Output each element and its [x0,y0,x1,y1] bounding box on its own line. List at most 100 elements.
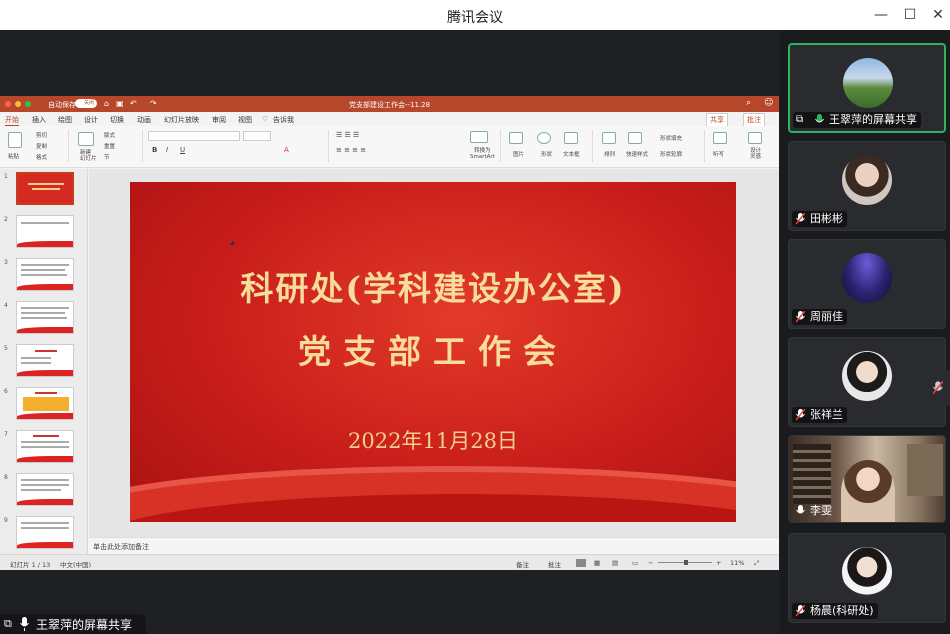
shape-outline-button[interactable]: 形状轮廓 [660,150,682,158]
profile-icon[interactable]: ☺ [764,98,773,108]
thumbnail-slide-7[interactable] [16,430,74,463]
participant-label: 周丽佳 [792,309,847,325]
italic-icon[interactable]: I [166,146,168,154]
comments-toggle[interactable]: 批注 [548,559,561,569]
participant-name: 王翠萍的屏幕共享 [829,113,917,126]
cut-button[interactable]: 剪切 [36,131,47,139]
zoom-in-icon[interactable]: + [716,559,721,567]
tab-insert[interactable]: 插入 [32,115,46,125]
thumbnail-slide-3[interactable] [16,258,74,291]
bold-icon[interactable]: B [152,146,157,154]
arrange-label: 排列 [604,152,616,158]
thumbnail-slide-6[interactable] [16,387,74,420]
sorter-view-icon[interactable]: ▦ [594,559,600,567]
bullets-icon[interactable]: ☰ ☰ ☰ [336,131,359,139]
participant-label: 杨晨(科研处) [792,603,878,619]
share-label: 共享 [710,116,724,124]
slideshow-view-icon[interactable]: ▭ [632,559,638,567]
smartart-icon[interactable] [470,131,488,143]
picture-icon[interactable] [509,132,523,144]
tab-draw[interactable]: 绘图 [58,115,72,125]
participant-label: 李雯 [792,503,836,519]
participant-tile[interactable]: 李雯 [788,435,946,523]
thumb-number: 5 [4,345,8,352]
tab-slideshow[interactable]: 幻灯片放映 [164,115,199,125]
thumbnail-slide-4[interactable] [16,301,74,334]
tab-view[interactable]: 视图 [238,115,252,125]
close-icon[interactable]: ✕ [929,6,947,24]
paste-label: 粘贴 [8,154,20,160]
participant-label: 田彬彬 [792,211,847,227]
ribbon-divider [500,130,501,162]
participant-name: 李雯 [810,504,832,517]
new-slide-icon[interactable] [78,132,94,146]
dictate-icon[interactable] [713,132,727,144]
zoom-slider-thumb[interactable] [684,560,688,565]
shapes-label: 形状 [541,152,553,158]
thumbnail-slide-8[interactable] [16,473,74,506]
underline-icon[interactable]: U [180,146,185,154]
search-icon[interactable]: ⌕ [746,98,751,108]
thumb-number: 1 [4,173,8,180]
textbox-icon[interactable] [564,132,578,144]
font-name-select[interactable] [148,131,240,141]
participant-tile[interactable]: 张祥兰 [788,337,946,427]
tab-animations[interactable]: 动画 [137,115,151,125]
font-color-icon[interactable]: A [284,146,289,154]
participant-name: 周丽佳 [810,310,843,323]
fit-slide-icon[interactable]: ⤢ [754,559,759,568]
minimize-icon[interactable]: — [872,6,890,24]
comments-button[interactable]: 批注 [743,113,765,127]
reset-button[interactable]: 重置 [104,142,115,150]
ribbon: 粘贴 剪切 复制 格式 新建 幻灯片 版式 重置 节 B I U A ☰ ☰ ☰… [0,126,779,168]
textbox-label: 文本框 [563,152,580,158]
ribbon-divider [328,130,329,162]
copy-button[interactable]: 复制 [36,142,47,150]
ribbon-divider [704,130,705,162]
slide-title-line1: 科研处(学科建设办公室) [240,269,626,308]
new-slide-label: 新建 幻灯片 [80,150,97,162]
current-slide[interactable]: 科研处(学科建设办公室) 党支部工作会 2022年11月28日 [130,182,736,522]
arrange-icon[interactable] [602,132,616,144]
align-icon[interactable]: ≡ ≡ ≡ ≡ [336,146,366,154]
participant-tile[interactable]: 田彬彬 [788,141,946,231]
tab-tell-me[interactable]: 告诉我 [273,115,294,125]
participant-tile[interactable]: 周丽佳 [788,239,946,329]
avatar [842,547,892,597]
notes-placeholder: 单击此处添加备注 [93,543,149,551]
thumbnail-slide-1[interactable] [16,172,74,205]
font-size-select[interactable] [243,131,271,141]
participant-tile[interactable]: ⧉ 王翠萍的屏幕共享 [788,43,946,133]
layout-button[interactable]: 版式 [104,131,115,139]
shape-fill-button[interactable]: 形状填充 [660,134,682,142]
mic-icon [796,505,805,514]
shapes-icon[interactable] [537,132,551,144]
thumbnail-slide-9[interactable] [16,516,74,549]
normal-view-icon[interactable] [576,559,586,567]
participant-label: 张祥兰 [792,407,847,423]
share-button[interactable]: 共享 [706,113,728,127]
format-painter-button[interactable]: 格式 [36,153,47,161]
slide-title-line2: 党支部工作会 [298,332,568,371]
floating-mic-button[interactable] [925,370,950,406]
avatar [843,58,893,108]
thumbnail-slide-5[interactable] [16,344,74,377]
reading-view-icon[interactable]: ▤ [612,559,618,567]
tab-home[interactable]: 开始 [5,115,19,126]
tab-review[interactable]: 审阅 [212,115,226,125]
participant-tile[interactable]: 杨晨(科研处) [788,533,946,623]
zoom-out-icon[interactable]: − [648,559,653,567]
tab-design[interactable]: 设计 [84,115,98,125]
notes-pane[interactable]: 单击此处添加备注 [89,537,779,554]
notes-toggle[interactable]: 备注 [516,559,529,569]
quick-styles-icon[interactable] [628,132,642,144]
section-button[interactable]: 节 [104,153,110,161]
thumbnail-slide-2[interactable] [16,215,74,248]
thumb-number: 7 [4,431,8,438]
picture-label: 图片 [513,152,525,158]
tab-transitions[interactable]: 切换 [110,115,124,125]
thumb-number: 8 [4,474,8,481]
maximize-icon[interactable]: ☐ [901,6,919,24]
designer-icon[interactable] [748,132,762,144]
paste-icon[interactable] [8,132,22,148]
